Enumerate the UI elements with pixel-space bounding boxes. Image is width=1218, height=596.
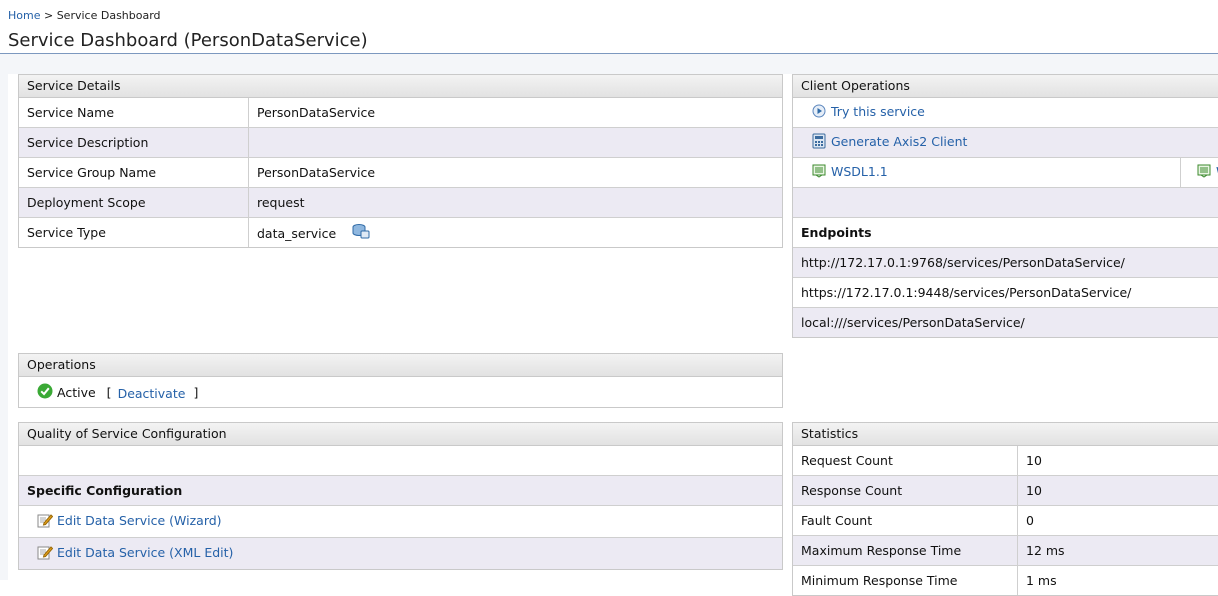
edit-data-service-xml-link[interactable]: Edit Data Service (XML Edit)	[57, 545, 233, 560]
table-row	[19, 446, 782, 476]
qos-table: Specific Configuration Edit Data Service…	[19, 446, 782, 569]
response-count-label: Response Count	[793, 476, 1018, 506]
min-response-time-label: Minimum Response Time	[793, 566, 1018, 596]
service-name-label: Service Name	[19, 98, 249, 128]
wsdl-icon	[812, 164, 826, 181]
operations-panel: Operations Active [ Deactivate ]	[18, 353, 783, 408]
generate-axis2-client-link[interactable]: Generate Axis2 Client	[831, 134, 967, 149]
statistics-header: Statistics	[793, 423, 1218, 446]
service-type-value: data_service	[257, 226, 336, 241]
table-row: Service Group Name PersonDataService	[19, 158, 782, 188]
request-count-value: 10	[1018, 446, 1218, 476]
deployment-scope-label: Deployment Scope	[19, 188, 249, 218]
table-row: Service Name PersonDataService	[19, 98, 782, 128]
breadcrumb-home-link[interactable]: Home	[8, 9, 40, 22]
edit-data-service-wizard-link[interactable]: Edit Data Service (Wizard)	[57, 513, 222, 528]
service-details-table: Service Name PersonDataService Service D…	[19, 98, 782, 247]
table-row: Try this service	[793, 98, 1218, 128]
response-count-value: 10	[1018, 476, 1218, 506]
table-row: Minimum Response Time 1 ms	[793, 566, 1218, 596]
request-count-label: Request Count	[793, 446, 1018, 476]
table-row: Specific Configuration	[19, 476, 782, 506]
status-label: Active	[57, 385, 96, 400]
bracket-close: ]	[193, 385, 198, 400]
wsdl-icon	[1197, 164, 1211, 181]
breadcrumb-separator: >	[44, 9, 53, 22]
fault-count-label: Fault Count	[793, 506, 1018, 536]
operations-status-row: Active [ Deactivate ]	[19, 377, 782, 407]
table-row: Generate Axis2 Client	[793, 128, 1218, 158]
try-service-link[interactable]: Try this service	[831, 104, 925, 119]
breadcrumb-current: Service Dashboard	[57, 9, 161, 22]
service-type-label: Service Type	[19, 218, 249, 248]
table-row: Response Count 10	[793, 476, 1218, 506]
client-operations-panel: Client Operations Try this service Gener…	[792, 74, 1218, 338]
table-row: Service Description	[19, 128, 782, 158]
client-operations-table: Try this service Generate Axis2 Client W…	[793, 98, 1218, 337]
table-row: Endpoints	[793, 218, 1218, 248]
wsdl11-link[interactable]: WSDL1.1	[831, 164, 888, 179]
deployment-scope-value: request	[249, 188, 783, 218]
specific-configuration-header: Specific Configuration	[19, 476, 782, 506]
service-details-panel: Service Details Service Name PersonDataS…	[18, 74, 783, 248]
table-row: Maximum Response Time 12 ms	[793, 536, 1218, 566]
service-details-header: Service Details	[19, 75, 782, 98]
min-response-time-value: 1 ms	[1018, 566, 1218, 596]
deactivate-link[interactable]: Deactivate	[118, 386, 186, 401]
play-icon	[812, 104, 826, 121]
page-title: Service Dashboard (PersonDataService)	[8, 30, 368, 51]
table-row: Service Type data_service	[19, 218, 782, 248]
table-row	[793, 188, 1218, 218]
table-row: Request Count 10	[793, 446, 1218, 476]
check-circle-icon	[37, 383, 53, 402]
edit-icon	[37, 544, 53, 563]
service-type-cell: data_service	[249, 218, 783, 248]
operations-header: Operations	[19, 354, 782, 377]
endpoint-http: http://172.17.0.1:9768/services/PersonDa…	[793, 248, 1218, 278]
max-response-time-label: Maximum Response Time	[793, 536, 1018, 566]
endpoints-header: Endpoints	[793, 218, 1218, 248]
calculator-icon	[812, 133, 826, 152]
table-row: WSDL1.1 W	[793, 158, 1218, 188]
table-row: Deployment Scope request	[19, 188, 782, 218]
table-row: Fault Count 0	[793, 506, 1218, 536]
service-description-value	[249, 128, 783, 158]
service-group-name-value: PersonDataService	[249, 158, 783, 188]
edit-icon	[37, 512, 53, 531]
service-name-value: PersonDataService	[249, 98, 783, 128]
statistics-table: Request Count 10 Response Count 10 Fault…	[793, 446, 1218, 595]
table-row: http://172.17.0.1:9768/services/PersonDa…	[793, 248, 1218, 278]
service-description-label: Service Description	[19, 128, 249, 158]
max-response-time-value: 12 ms	[1018, 536, 1218, 566]
table-row: Edit Data Service (XML Edit)	[19, 538, 782, 570]
endpoint-local: local:///services/PersonDataService/	[793, 308, 1218, 338]
client-operations-header: Client Operations	[793, 75, 1218, 98]
table-row: Edit Data Service (Wizard)	[19, 506, 782, 538]
qos-header: Quality of Service Configuration	[19, 423, 782, 446]
bracket-open: [	[107, 385, 112, 400]
database-icon[interactable]	[352, 223, 370, 242]
table-row: local:///services/PersonDataService/	[793, 308, 1218, 338]
statistics-panel: Statistics Request Count 10 Response Cou…	[792, 422, 1218, 596]
endpoint-https: https://172.17.0.1:9448/services/PersonD…	[793, 278, 1218, 308]
fault-count-value: 0	[1018, 506, 1218, 536]
qos-panel: Quality of Service Configuration Specifi…	[18, 422, 783, 570]
table-row: https://172.17.0.1:9448/services/PersonD…	[793, 278, 1218, 308]
service-group-name-label: Service Group Name	[19, 158, 249, 188]
breadcrumb: Home > Service Dashboard	[8, 9, 161, 22]
